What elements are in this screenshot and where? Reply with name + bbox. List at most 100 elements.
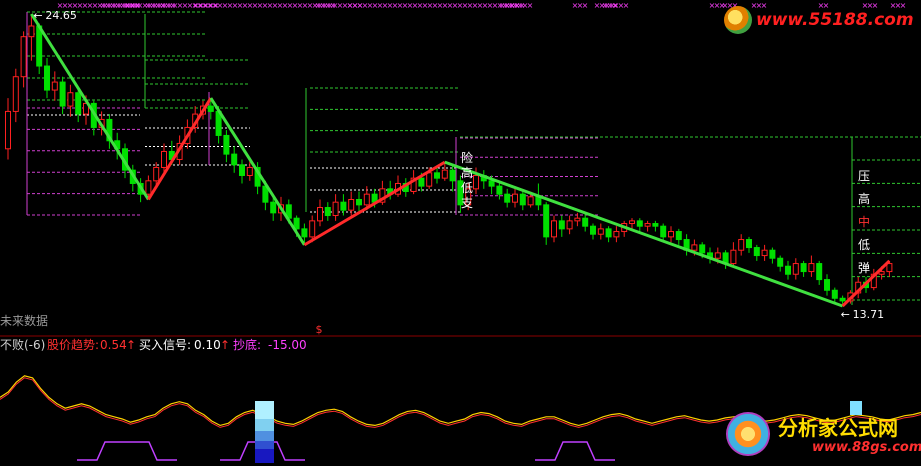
candle-body-81 xyxy=(636,220,643,227)
candle-body-78 xyxy=(613,231,620,238)
signal-dollar-marker: $ xyxy=(316,323,323,336)
candle-body-43 xyxy=(340,201,347,211)
candle-body-31 xyxy=(246,166,253,176)
candle-body-26 xyxy=(207,105,214,112)
candle-body-56 xyxy=(441,169,448,179)
candle-body-96 xyxy=(753,247,760,257)
top-marker-6-3: × xyxy=(330,1,337,10)
candle-body-74 xyxy=(582,217,589,227)
watermark-url-top: www.55188.com xyxy=(756,10,914,30)
watermark-top-right: www.55188.com xyxy=(724,6,916,36)
candle-body-83 xyxy=(652,223,659,227)
candle-body-4 xyxy=(36,25,43,67)
candle-body-88 xyxy=(691,244,698,251)
candle-body-77 xyxy=(605,228,612,238)
candle-body-65 xyxy=(512,193,518,203)
candle-body-94 xyxy=(738,239,745,251)
buy-signal-label: 买入信号: xyxy=(139,338,192,352)
top-marker-11-2: × xyxy=(582,1,589,10)
high-arrow: ← xyxy=(33,9,42,22)
candle-body-29 xyxy=(231,153,238,166)
candle-body-97 xyxy=(761,249,768,257)
trend-arrow: ↑ xyxy=(126,338,137,352)
candle-body-91 xyxy=(714,252,721,259)
candle-body-34 xyxy=(270,201,277,214)
candle-body-5 xyxy=(44,65,50,91)
candle-body-70 xyxy=(551,220,557,238)
top-marker-10-2: × xyxy=(519,1,526,10)
candle-body-73 xyxy=(574,217,581,222)
low-price-label: 13.71 xyxy=(853,308,885,321)
candle-body-93 xyxy=(730,249,737,265)
candle-body-84 xyxy=(660,225,667,238)
logo-swirl-icon xyxy=(724,6,752,34)
bottom-step-2 xyxy=(535,441,615,461)
candle-body-67 xyxy=(527,196,534,206)
candle-body-18 xyxy=(145,180,152,195)
candle-body-89 xyxy=(699,244,706,254)
bottom-step-0 xyxy=(77,441,177,461)
candle-body-9 xyxy=(75,92,82,115)
watermark-bottom-right: 分析家公式网 www.88gs.com xyxy=(722,408,921,464)
candle-body-53 xyxy=(418,177,425,187)
candle-body-107 xyxy=(839,297,846,302)
candle-body-75 xyxy=(590,225,596,235)
indicator-title: 不败(-6) xyxy=(0,338,46,352)
candle-body-102 xyxy=(800,263,807,273)
candle-body-55 xyxy=(434,172,440,179)
candle-body-69 xyxy=(543,204,550,238)
future-data-label: 未来数据 xyxy=(0,314,49,328)
level-label-left-2: 低 xyxy=(461,181,473,195)
candle-body-103 xyxy=(808,263,815,273)
candle-body-60 xyxy=(473,174,479,190)
candle-body-41 xyxy=(324,207,331,217)
candle-body-101 xyxy=(792,263,799,275)
candle-body-72 xyxy=(566,220,573,230)
candle-body-40 xyxy=(317,207,323,222)
candle-body-80 xyxy=(629,220,635,225)
candle-body-6 xyxy=(51,81,58,91)
candle-body-7 xyxy=(59,81,66,107)
candle-body-113 xyxy=(886,263,893,273)
candle-body-0 xyxy=(5,110,11,150)
candle-body-95 xyxy=(746,239,752,249)
candle-body-54 xyxy=(426,172,433,187)
buy-signal-bar-0 xyxy=(255,401,274,419)
trend-line-0 xyxy=(30,13,150,201)
bottom-fish-label: 抄底: xyxy=(233,338,262,352)
watermark-url-bottom: www.88gs.com xyxy=(812,440,921,455)
level-label-left-3: 支 xyxy=(461,196,473,210)
buy-signal-arrow: ↑ xyxy=(220,338,231,352)
watermark-title: 分析家公式网 xyxy=(778,416,898,440)
chart-stage: × × × × × × × × × × × × × × × × × × × × × × × × × × × × × × × × × × × × × × × ×… xyxy=(0,0,921,466)
top-marker-14-2: × xyxy=(623,1,630,10)
candle-body-64 xyxy=(504,193,511,203)
level-label-right-1: 高 xyxy=(858,191,870,206)
top-marker-4-2: × xyxy=(170,1,177,10)
chart-svg: ××××××××××××××××××××××××××××××××××××××××… xyxy=(0,1,921,463)
candle-body-42 xyxy=(332,201,339,217)
candle-body-76 xyxy=(597,228,604,235)
candle-body-30 xyxy=(239,164,245,176)
candle-body-3 xyxy=(28,25,35,38)
buy-signal-bar-1 xyxy=(255,419,274,431)
candle-body-28 xyxy=(223,134,230,155)
trend-line-2 xyxy=(209,97,306,246)
top-marker-0-94: × xyxy=(527,1,534,10)
candle-body-71 xyxy=(558,220,565,230)
candle-body-66 xyxy=(519,193,526,206)
flower-logo-icon xyxy=(726,412,770,456)
buy-signal-bar-3 xyxy=(255,441,274,449)
buy-signal-bar-2 xyxy=(255,431,274,441)
candle-body-20 xyxy=(161,150,167,168)
level-label-right-3: 低 xyxy=(858,238,870,252)
trend-line-3 xyxy=(303,160,446,247)
candle-body-104 xyxy=(816,263,823,281)
candle-body-62 xyxy=(488,180,495,187)
candle-body-8 xyxy=(67,92,74,107)
candle-body-86 xyxy=(675,231,682,241)
candle-body-85 xyxy=(668,231,674,238)
level-label-left-1: 高 xyxy=(461,165,473,180)
candle-body-105 xyxy=(824,279,830,291)
candle-body-106 xyxy=(831,289,838,299)
